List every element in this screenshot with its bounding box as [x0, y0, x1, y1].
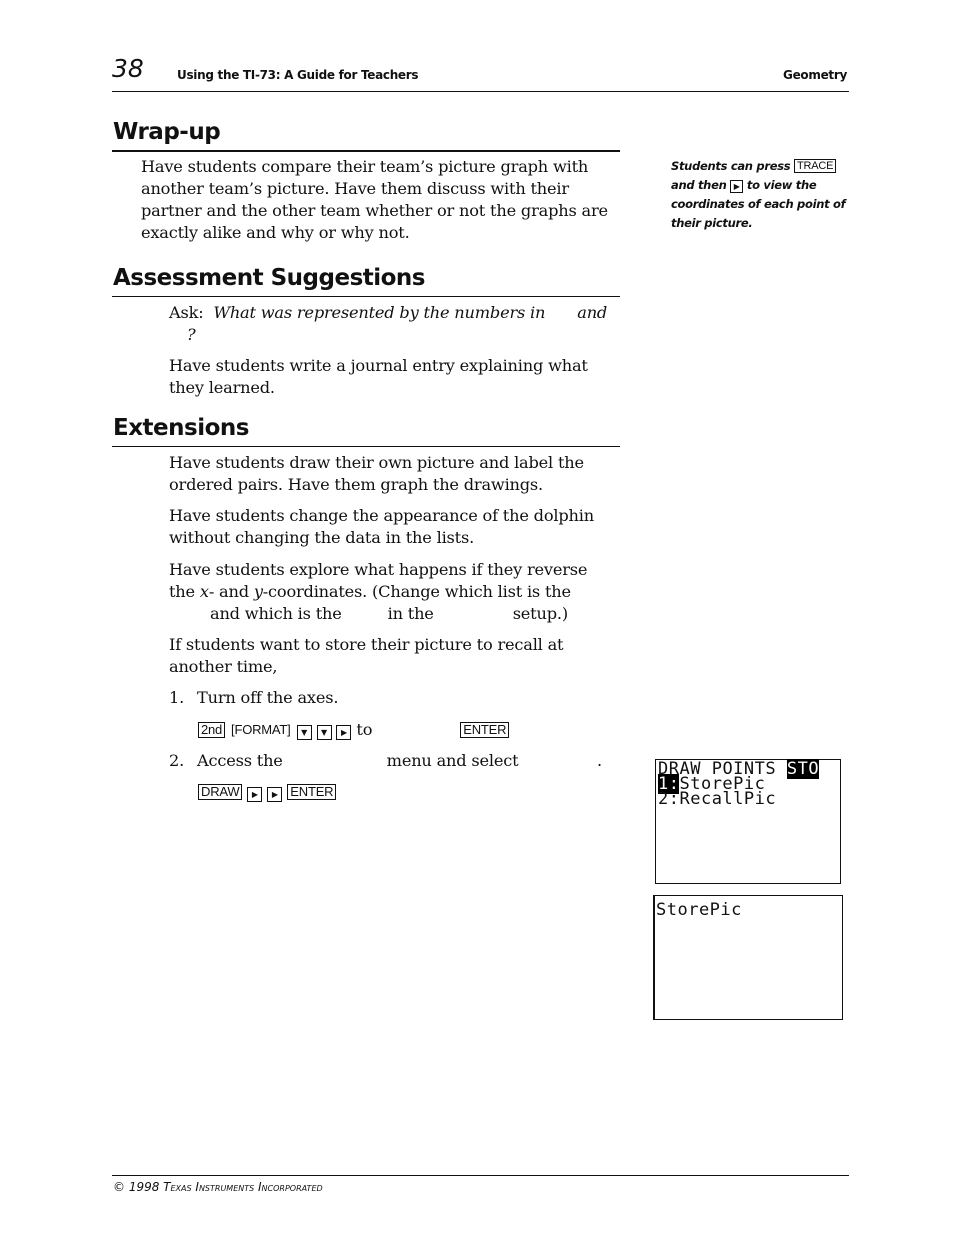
format-key: [FORMAT] [231, 722, 291, 737]
trace-key: TRACE [794, 159, 837, 173]
home-screen-command: StorePic [656, 900, 742, 920]
step-2-period: . [597, 750, 602, 772]
right-arrow-key-icon: ▶ [730, 180, 744, 193]
step-2-keystrokes: DRAW ▶ ▶ ENTER [198, 781, 337, 803]
extensions-para4: If students want to store their picture … [169, 634, 589, 678]
extensions-para3: Have students explore what happens if th… [169, 559, 619, 625]
step-1: 1. [169, 687, 184, 709]
header-rule [112, 91, 849, 92]
ask-question-and: and [577, 303, 608, 322]
wrapup-text: Have students compare their team’s pictu… [141, 157, 608, 242]
draw-key: DRAW [198, 784, 243, 800]
step-2-text: Access the menu and select [197, 750, 519, 772]
step-text: to [356, 720, 373, 739]
enter-key: ENTER [287, 784, 337, 800]
tab-sto-selected: STO [786, 759, 820, 779]
assessment-paragraph: Have students write a journal entry expl… [169, 355, 609, 399]
extensions-heading: Extensions [113, 415, 249, 441]
copyright: © 1998 Texas Instruments Incorporated [113, 1180, 323, 1194]
extensions-text: Have students change the appearance of t… [169, 506, 594, 547]
extensions-text: setup.) [512, 604, 568, 623]
step-number: 1. [169, 688, 185, 707]
assessment-heading: Assessment Suggestions [113, 265, 426, 291]
extensions-text: in the [387, 604, 434, 623]
menu-item-recallpic: 2:RecallPic [656, 789, 840, 809]
step-text: menu and select [386, 751, 519, 770]
2nd-key: 2nd [198, 722, 226, 738]
extensions-text: - and [208, 582, 249, 601]
step-number: 2. [169, 751, 185, 770]
page-number: 38 [112, 54, 144, 83]
right-arrow-key-icon: ▶ [247, 787, 263, 802]
assessment-rule [112, 296, 620, 297]
calculator-menu-screen: DRAW POINTS STO 1:StorePic 2:RecallPic [655, 759, 841, 884]
extensions-text: and which is the [210, 604, 342, 623]
extensions-text: Have students draw their own picture and… [169, 453, 584, 494]
footer-rule [112, 1175, 849, 1176]
side-note-text: and then [671, 178, 727, 192]
extensions-text: Have students explore what happens if th… [169, 560, 588, 579]
y-variable: y [253, 582, 263, 601]
extensions-para2: Have students change the appearance of t… [169, 505, 609, 549]
enter-key: ENTER [460, 722, 510, 738]
wrapup-paragraph: Have students compare their team’s pictu… [141, 156, 621, 244]
right-arrow-key-icon: ▶ [336, 725, 352, 740]
step-text: . [597, 751, 602, 770]
down-arrow-key-icon: ▼ [316, 725, 332, 740]
x-variable: x [199, 582, 209, 601]
side-note: Students can press TRACE and then ▶ to v… [671, 157, 856, 233]
step-2: 2. [169, 750, 184, 772]
menu-item-number: 2: [658, 789, 680, 809]
book-title: Using the TI-73: A Guide for Teachers [177, 68, 419, 82]
assessment-ask: Ask: What was represented by the numbers… [169, 302, 624, 346]
ask-label: Ask: [169, 303, 204, 322]
step-1-text: Turn off the axes. [197, 687, 338, 709]
extensions-text: the [169, 582, 195, 601]
step-1-keystrokes: 2nd [FORMAT] ▼ ▼ ▶ to ENTER [198, 719, 510, 741]
calculator-home-screen: StorePic [653, 895, 843, 1020]
step-text: Turn off the axes. [197, 688, 339, 707]
ask-question-end: ? [187, 325, 196, 344]
side-note-text: Students can press [671, 159, 791, 173]
menu-item-label: RecallPic [679, 789, 777, 809]
wrapup-heading: Wrap-up [113, 119, 221, 145]
extensions-para1: Have students draw their own picture and… [169, 452, 609, 496]
assessment-text: Have students write a journal entry expl… [169, 356, 588, 397]
chapter-title: Geometry [783, 68, 847, 82]
ask-question: What was represented by the numbers in [213, 303, 546, 322]
down-arrow-key-icon: ▼ [296, 725, 312, 740]
wrapup-rule [112, 150, 620, 152]
extensions-text: -coordinates. (Change which list is the [262, 582, 571, 601]
step-text: Access the [197, 751, 283, 770]
extensions-text: If students want to store their picture … [169, 635, 564, 676]
right-arrow-key-icon: ▶ [267, 787, 283, 802]
extensions-rule [112, 446, 620, 447]
